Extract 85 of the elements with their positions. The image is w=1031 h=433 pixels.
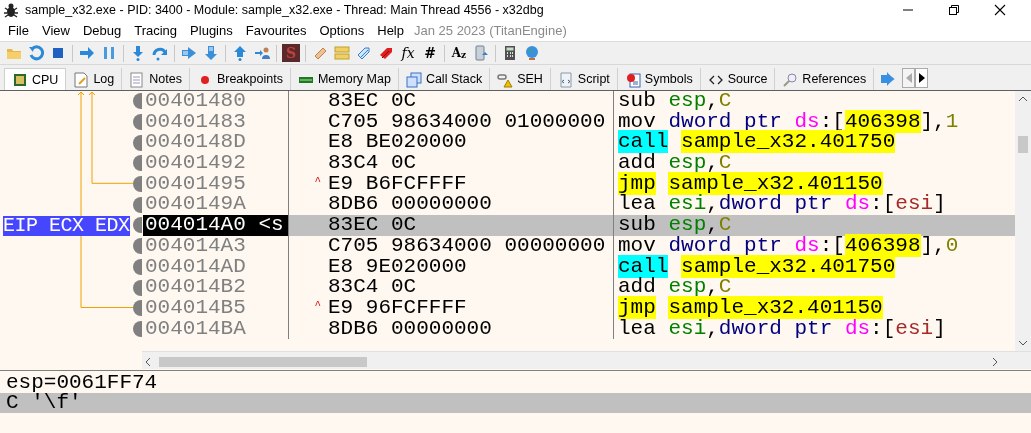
bytes-cell-text: E8 9E020000: [328, 256, 468, 278]
restart-icon: [28, 45, 44, 61]
build-info: Jan 25 2023 (TitanEngine): [413, 21, 567, 40]
breakpoint-marker[interactable]: [133, 196, 142, 213]
tags-icon: [356, 45, 372, 61]
address-cell-text: 004014B5: [144, 297, 247, 319]
window-title: sample_x32.exe - PID: 3400 - Module: sample_x32.exe - Thread: Main Thread 4556 - x32dbg: [25, 1, 544, 19]
address-cell-text: 004014AD: [144, 256, 247, 278]
toolbar-button[interactable]: fx: [397, 42, 419, 64]
menu-item[interactable]: Options: [312, 20, 371, 41]
arrow-down-icon: [203, 45, 219, 61]
stacked-windows-icon: [405, 71, 422, 88]
toolbar-button[interactable]: A$_{z}$: [448, 42, 470, 64]
bytes-cell-text: C705 98634000 01000000: [328, 111, 607, 133]
address-cell-text: 004014BA: [144, 318, 247, 340]
jump-caret: ^: [314, 173, 321, 189]
bug-icon: [3, 2, 19, 18]
bytes-cell-text: C705 98634000 00000000: [328, 235, 607, 257]
pause-icon: [101, 45, 117, 61]
menu-item[interactable]: File: [1, 20, 35, 41]
breakpoint-marker[interactable]: [133, 258, 142, 275]
note-icon: [334, 45, 350, 61]
bytes-cell-text: 83EC 0C: [328, 91, 418, 112]
bytes-cell-text: 83C4 0C: [328, 153, 418, 174]
restore-icon: [948, 4, 960, 16]
breakpoint-marker[interactable]: [133, 134, 142, 151]
calculator-icon: [502, 45, 518, 61]
bandage-icon: [312, 45, 328, 61]
address-cell-text: 00401492: [144, 153, 247, 174]
chip-icon: [12, 72, 28, 88]
vertical-scrollbar[interactable]: [1015, 91, 1031, 351]
menu-item[interactable]: Help: [370, 20, 410, 41]
scroll-right-button[interactable]: [915, 68, 929, 88]
bytes-cell-text: E9 B6FCFFFF: [328, 173, 468, 195]
device-icon: [473, 45, 489, 61]
breakpoint-marker[interactable]: [133, 300, 142, 317]
breakpoint-marker[interactable]: [133, 176, 142, 193]
address-cell-text: 00401480: [144, 91, 247, 112]
chain-warning-icon: [497, 71, 514, 88]
address-cell-text: 00401483: [144, 111, 247, 133]
breakpoint-marker[interactable]: [133, 93, 142, 110]
breakpoint-marker[interactable]: [133, 114, 142, 131]
breakpoint-marker[interactable]: [133, 238, 142, 255]
arrow-right-icon: [79, 45, 95, 61]
bytes-cell-text: 83EC 0C: [328, 215, 418, 236]
step-over-icon: [152, 45, 168, 61]
menu-item[interactable]: Tracing: [127, 20, 184, 41]
breakpoint-marker[interactable]: [133, 320, 142, 337]
address-cell-text: 0040148D: [144, 132, 247, 154]
address-cell: 004014A0 <s: [143, 215, 288, 236]
stop-icon: [50, 45, 66, 61]
address-cell-text: 004014A3: [144, 235, 247, 257]
script-icon: [557, 71, 574, 88]
document-icon: [129, 71, 146, 88]
notepad-icon: [73, 71, 90, 88]
address-cell-text: 004014B2: [144, 277, 247, 298]
globe-icon: [524, 45, 540, 61]
arrow-up-icon: [232, 45, 248, 61]
breakpoint-marker[interactable]: [133, 279, 142, 296]
close-icon: [994, 4, 1006, 16]
bytes-cell-text: E9 96FCFFFF: [328, 297, 468, 319]
tab[interactable]: CPU: [4, 68, 67, 91]
horizontal-scrollbar[interactable]: [142, 351, 1031, 369]
menu-item[interactable]: Debug: [75, 20, 128, 41]
search-icon: [782, 71, 799, 88]
bytes-cell-text: 83C4 0C: [328, 277, 418, 298]
triangle-right-icon: [918, 73, 925, 83]
user-arrow-icon: [254, 45, 270, 61]
register-label: EIP ECX EDX: [3, 216, 130, 237]
breakpoint-marker[interactable]: [133, 155, 142, 172]
breakpoint-marker[interactable]: [133, 217, 142, 234]
symbols-icon: [624, 71, 641, 88]
address-cell-text: 00401495: [144, 173, 247, 195]
address-cell-text: 0040149A: [144, 194, 247, 216]
bytes-cell-text: E8 BE020000: [328, 132, 468, 154]
menu-item[interactable]: View: [34, 20, 76, 41]
bytes-cell-text: 8DB6 00000000: [328, 194, 493, 216]
bookmark-icon: [378, 45, 394, 61]
jump-caret: ^: [314, 297, 321, 313]
triangle-left-icon: [905, 73, 912, 83]
toolbar-button[interactable]: #: [419, 42, 441, 64]
menu-item[interactable]: Plugins: [183, 20, 239, 41]
info-line: esp=0061FF74: [5, 373, 159, 393]
menu-item[interactable]: Favourites: [238, 20, 313, 41]
bytes-cell-text: 8DB6 00000000: [328, 318, 493, 340]
